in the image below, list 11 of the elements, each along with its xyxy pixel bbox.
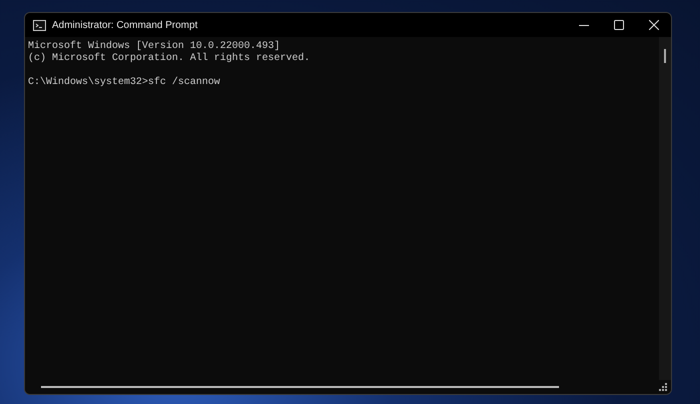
horizontal-scrollbar-thumb[interactable] bbox=[41, 386, 559, 388]
console-area[interactable]: Microsoft Windows [Version 10.0.22000.493] (c) Microsoft Corporation. All rights reserved. C:\Windows\system32>sfc /scannow bbox=[25, 37, 659, 380]
scrollbar-thumb[interactable] bbox=[664, 49, 666, 63]
window-title: Administrator: Command Prompt bbox=[52, 20, 198, 30]
maximize-icon bbox=[614, 20, 624, 30]
command-line: C:\Windows\system32>sfc /scannow bbox=[28, 77, 222, 89]
console-output: Microsoft Windows [Version 10.0.22000.493] bbox=[28, 41, 282, 52]
resize-grip-icon[interactable] bbox=[659, 383, 667, 391]
terminal-icon bbox=[33, 20, 46, 30]
console-output: (c) Microsoft Corporation. All rights reserved. bbox=[28, 53, 312, 65]
close-icon bbox=[648, 20, 658, 30]
